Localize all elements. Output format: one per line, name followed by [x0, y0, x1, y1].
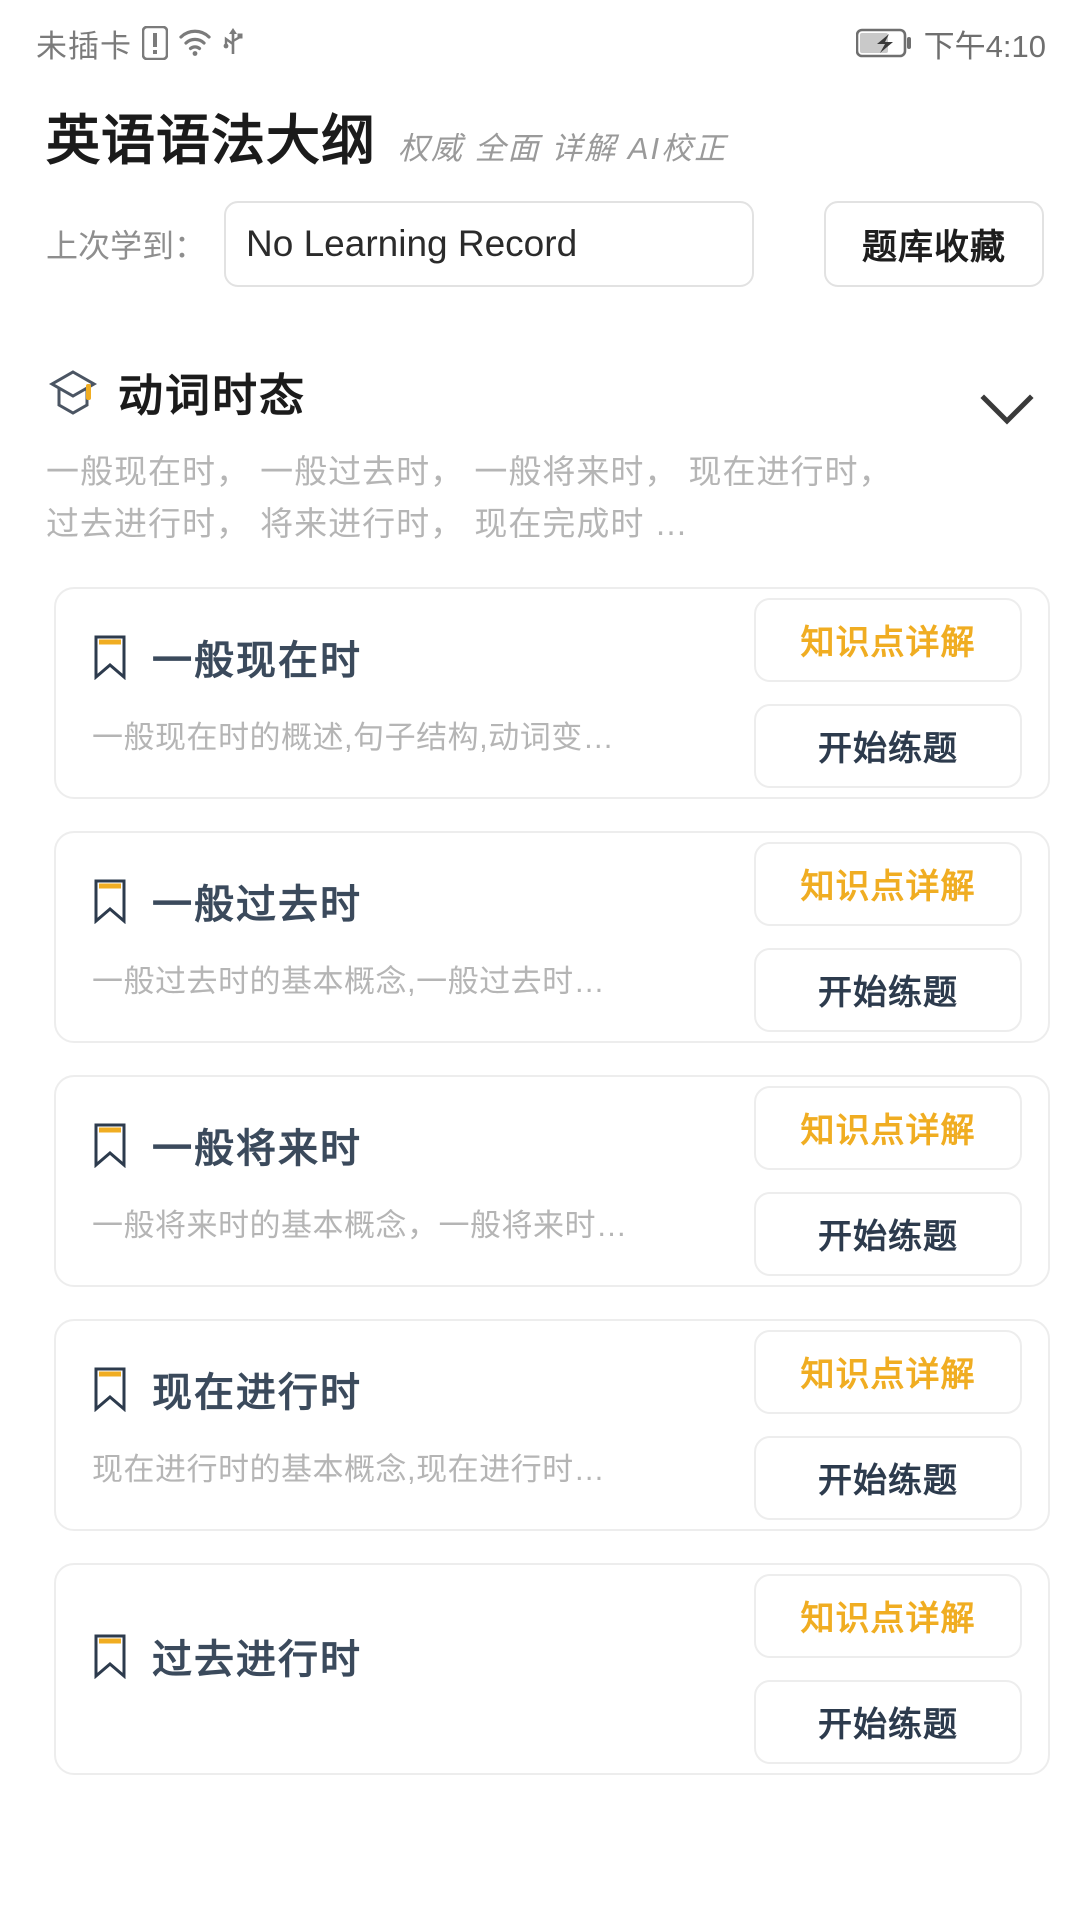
card-title-row: 一般过去时 — [92, 872, 692, 930]
status-bar-left: 未插卡 — [36, 21, 244, 66]
start-practice-label: 开始练题 — [818, 1462, 958, 1501]
card-title: 一般现在时 — [152, 639, 362, 684]
card-content: 一般将来时 一般将来时的基本概念，一般将来时… — [92, 1077, 692, 1285]
usb-icon — [222, 27, 244, 59]
card-title-row: 一般将来时 — [92, 1116, 692, 1174]
knowledge-detail-label: 知识点详解 — [800, 868, 976, 907]
bookmark-icon[interactable] — [92, 1122, 128, 1169]
page-subtitle: 权威 全面 详解 AI校正 — [398, 131, 728, 166]
carrier-label: 未插卡 — [36, 28, 132, 64]
start-practice-label: 开始练题 — [818, 1706, 958, 1745]
card-content: 现在进行时 现在进行时的基本概念,现在进行时… — [92, 1321, 692, 1529]
bookmark-icon[interactable] — [92, 878, 128, 925]
start-practice-button[interactable]: 开始练题 — [754, 1679, 1022, 1764]
knowledge-detail-button[interactable]: 知识点详解 — [754, 841, 1022, 926]
status-bar-right: 下午4:10 — [855, 21, 1046, 66]
knowledge-detail-button[interactable]: 知识点详解 — [754, 1085, 1022, 1170]
bookmark-icon[interactable] — [92, 1366, 128, 1413]
card-actions: 知识点详解 开始练题 — [754, 1565, 1022, 1773]
status-bar: 未插卡 下午4:10 — [0, 0, 1080, 86]
card-title: 现在进行时 — [152, 1371, 362, 1416]
graduation-cap-icon — [46, 365, 100, 419]
app-header: 英语语法大纲 权威 全面 详解 AI校正 — [0, 86, 1080, 171]
section-header[interactable]: 动词时态 — [46, 359, 1040, 424]
list-item[interactable]: 过去进行时 知识点详解 开始练题 — [54, 1562, 1050, 1775]
start-practice-label: 开始练题 — [818, 730, 958, 769]
start-practice-button[interactable]: 开始练题 — [754, 703, 1022, 788]
start-practice-label: 开始练题 — [818, 1218, 958, 1257]
knowledge-detail-label: 知识点详解 — [800, 624, 976, 663]
list-item[interactable]: 一般将来时 一般将来时的基本概念，一般将来时… 知识点详解 开始练题 — [54, 1074, 1050, 1287]
card-description: 一般现在时的概述,句子结构,动词变… — [92, 720, 615, 756]
card-actions: 知识点详解 开始练题 — [754, 589, 1022, 797]
knowledge-detail-button[interactable]: 知识点详解 — [754, 1573, 1022, 1658]
knowledge-detail-button[interactable]: 知识点详解 — [754, 1329, 1022, 1414]
learning-record-row: 上次学到： No Learning Record 题库收藏 — [0, 201, 1080, 288]
card-actions: 知识点详解 开始练题 — [754, 1077, 1022, 1285]
list-item[interactable]: 现在进行时 现在进行时的基本概念,现在进行时… 知识点详解 开始练题 — [54, 1318, 1050, 1531]
card-description: 现在进行时的基本概念,现在进行时… — [92, 1452, 606, 1488]
list-item[interactable]: 一般现在时 一般现在时的概述,句子结构,动词变… 知识点详解 开始练题 — [54, 586, 1050, 799]
start-practice-button[interactable]: 开始练题 — [754, 1435, 1022, 1520]
page-title: 英语语法大纲 — [46, 111, 376, 171]
chevron-down-icon[interactable] — [980, 393, 1034, 427]
card-content: 过去进行时 — [92, 1565, 692, 1773]
learning-record-label: 上次学到： — [46, 228, 207, 265]
wifi-icon — [178, 28, 212, 58]
card-title: 一般过去时 — [152, 883, 362, 928]
bookmark-icon[interactable] — [92, 1633, 128, 1679]
card-title: 过去进行时 — [152, 1637, 362, 1682]
learning-record-field[interactable]: No Learning Record — [224, 201, 755, 288]
card-content: 一般现在时 一般现在时的概述,句子结构,动词变… — [92, 589, 692, 797]
card-title: 一般将来时 — [152, 1127, 362, 1172]
start-practice-button[interactable]: 开始练题 — [754, 1191, 1022, 1276]
knowledge-detail-label: 知识点详解 — [800, 1356, 976, 1395]
card-title-row: 一般现在时 — [92, 628, 692, 686]
knowledge-detail-button[interactable]: 知识点详解 — [754, 597, 1022, 682]
card-actions: 知识点详解 开始练题 — [754, 1321, 1022, 1529]
card-description: 一般过去时的基本概念,一般过去时… — [92, 964, 606, 1000]
section-verb-tenses: 动词时态 一般现在时， 一般过去时， 一般将来时， 现在进行时， 过去进行时， … — [0, 359, 1080, 548]
start-practice-button[interactable]: 开始练题 — [754, 947, 1022, 1032]
favorites-button[interactable]: 题库收藏 — [824, 201, 1044, 288]
section-title: 动词时态 — [118, 370, 307, 422]
card-title-row: 过去进行时 — [92, 1627, 692, 1685]
list-item[interactable]: 一般过去时 一般过去时的基本概念,一般过去时… 知识点详解 开始练题 — [54, 830, 1050, 1043]
knowledge-detail-label: 知识点详解 — [800, 1600, 976, 1639]
knowledge-point-list: 一般现在时 一般现在时的概述,句子结构,动词变… 知识点详解 开始练题 一般过去… — [0, 586, 1080, 1775]
card-content: 一般过去时 一般过去时的基本概念,一般过去时… — [92, 833, 692, 1041]
section-description: 一般现在时， 一般过去时， 一般将来时， 现在进行时， 过去进行时， 将来进行时… — [46, 453, 893, 542]
card-title-row: 现在进行时 — [92, 1360, 692, 1418]
knowledge-detail-label: 知识点详解 — [800, 1112, 976, 1151]
battery-charging-icon — [855, 28, 912, 58]
favorites-button-label: 题库收藏 — [861, 227, 1006, 267]
card-description: 一般将来时的基本概念，一般将来时… — [92, 1208, 628, 1244]
sim-warning-icon — [142, 26, 168, 60]
start-practice-label: 开始练题 — [818, 974, 958, 1013]
learning-record-value: No Learning Record — [246, 223, 578, 265]
card-actions: 知识点详解 开始练题 — [754, 833, 1022, 1041]
clock-label: 下午4:10 — [923, 28, 1046, 64]
bookmark-icon[interactable] — [92, 634, 128, 681]
